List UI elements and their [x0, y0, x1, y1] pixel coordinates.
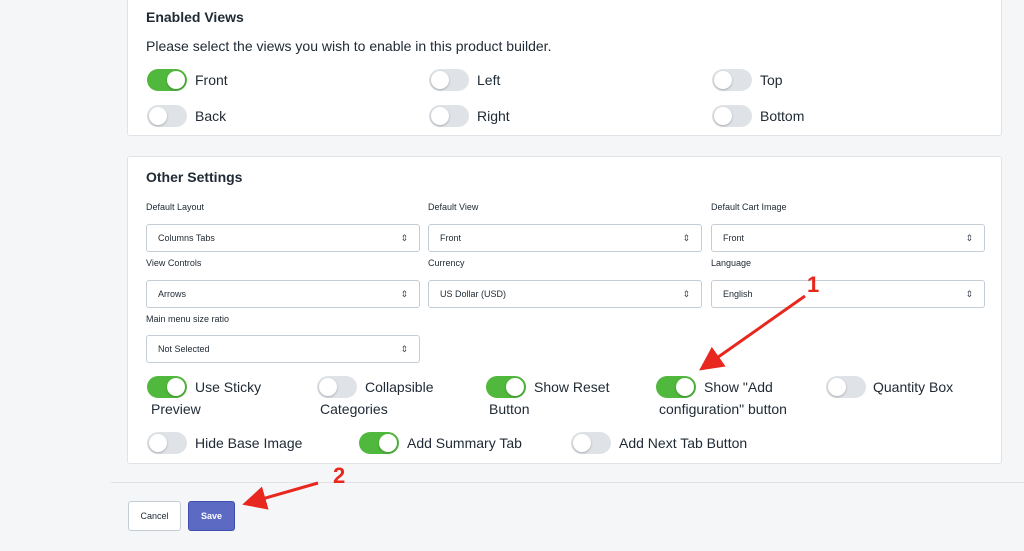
annotation-arrows: [242, 294, 806, 510]
annotation-number-1: 1: [807, 272, 820, 297]
annotation-number-2: 2: [333, 463, 346, 488]
annotation-arrow-2: [242, 481, 319, 510]
annotation-arrow-1: [699, 294, 806, 371]
